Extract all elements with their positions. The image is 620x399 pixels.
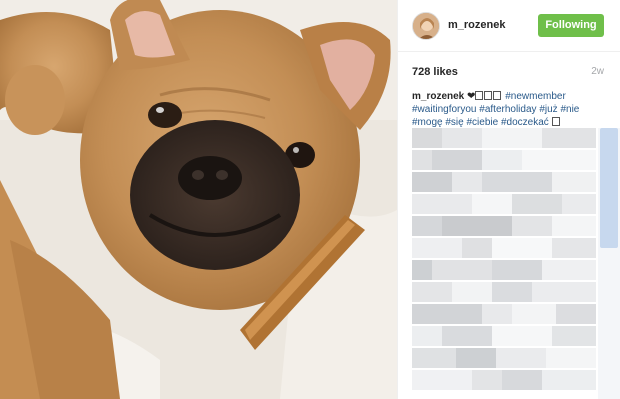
post-time: 2w — [591, 66, 604, 77]
hashtag-link[interactable]: #już — [539, 104, 557, 115]
hashtag-link[interactable]: #doczekać — [501, 117, 549, 128]
heart-icon: ❤ — [467, 91, 476, 102]
pixelated-comments — [412, 128, 596, 399]
dog-photo-icon — [0, 0, 397, 399]
post-header: m_rozenek Following — [398, 0, 620, 52]
profile-avatar-icon[interactable] — [412, 12, 440, 40]
hashtag-link[interactable]: #afterholiday — [479, 104, 536, 115]
hashtag-link[interactable]: #ciebie — [467, 117, 499, 128]
caption-username[interactable]: m_rozenek — [412, 91, 464, 102]
blurred-comment-row — [412, 326, 596, 346]
emoji-placeholder-icon — [493, 91, 502, 100]
emoji-placeholder-icon — [551, 117, 560, 126]
likes-count[interactable]: 728 likes — [412, 66, 458, 78]
hashtag-link[interactable]: #się — [445, 117, 463, 128]
blurred-comment-row — [412, 150, 596, 170]
blurred-comment-row — [412, 348, 596, 368]
blurred-comment-row — [412, 216, 596, 236]
hashtag-link[interactable]: #newmember — [505, 91, 566, 102]
blurred-comment-row — [412, 260, 596, 280]
hashtag-link[interactable]: #mogę — [412, 117, 443, 128]
hashtag-link[interactable]: #waitingforyou — [412, 104, 476, 115]
comments-scrollbar-thumb[interactable] — [600, 128, 618, 248]
post-details-panel: m_rozenek Following 728 likes 2w m_rozen… — [397, 0, 620, 399]
post-caption: m_rozenek ❤ #newmember #waitingforyou #a… — [412, 90, 608, 129]
following-button[interactable]: Following — [538, 14, 604, 37]
hashtag-link[interactable]: #nie — [560, 104, 579, 115]
post-photo[interactable] — [0, 0, 397, 399]
blurred-comment-row — [412, 304, 596, 324]
blurred-comment-row — [412, 282, 596, 302]
blurred-comment-row — [412, 370, 596, 390]
blurred-comment-row — [412, 238, 596, 258]
blurred-comment-row — [412, 172, 596, 192]
emoji-placeholder-icon — [484, 91, 493, 100]
blurred-comment-row — [412, 128, 596, 148]
author-username[interactable]: m_rozenek — [448, 19, 505, 31]
emoji-placeholder-icon — [475, 91, 484, 100]
blurred-comment-row — [412, 194, 596, 214]
